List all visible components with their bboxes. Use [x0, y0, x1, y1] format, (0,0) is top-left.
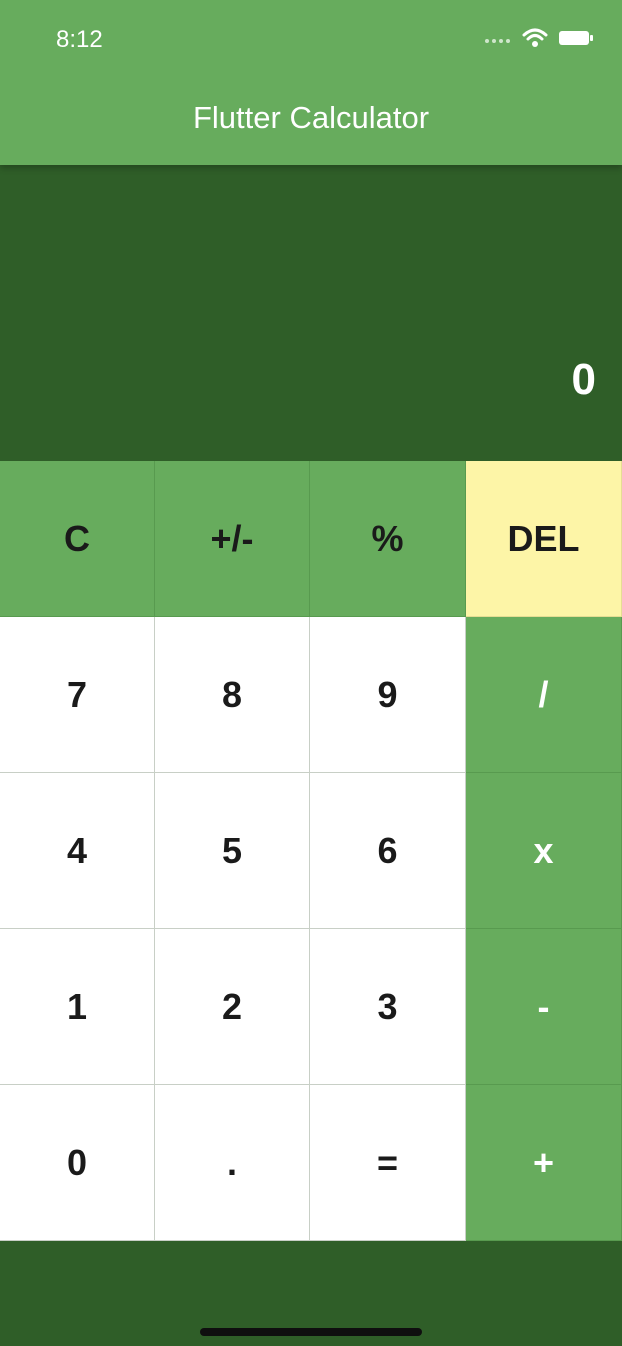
- digit-4-button[interactable]: 4: [0, 773, 155, 929]
- add-button[interactable]: +: [466, 1085, 622, 1241]
- delete-button[interactable]: DEL: [466, 461, 622, 617]
- digit-1-button[interactable]: 1: [0, 929, 155, 1085]
- battery-icon: [558, 29, 594, 52]
- calculator-app: 8:12 Flutter Calculator 0 C +/- % DEL 7 …: [0, 0, 622, 1346]
- digit-7-button[interactable]: 7: [0, 617, 155, 773]
- equals-button[interactable]: =: [310, 1085, 466, 1241]
- app-bar: 8:12 Flutter Calculator: [0, 0, 622, 165]
- digit-6-button[interactable]: 6: [310, 773, 466, 929]
- toggle-sign-button[interactable]: +/-: [155, 461, 310, 617]
- digit-5-button[interactable]: 5: [155, 773, 310, 929]
- subtract-button[interactable]: -: [466, 929, 622, 1085]
- digit-3-button[interactable]: 3: [310, 929, 466, 1085]
- status-icons: [484, 28, 594, 53]
- display-value: 0: [571, 355, 596, 404]
- wifi-icon: [522, 28, 548, 53]
- percent-button[interactable]: %: [310, 461, 466, 617]
- digit-2-button[interactable]: 2: [155, 929, 310, 1085]
- status-time: 8:12: [56, 26, 103, 53]
- home-indicator[interactable]: [200, 1328, 422, 1336]
- decimal-button[interactable]: .: [155, 1085, 310, 1241]
- multiply-button[interactable]: x: [466, 773, 622, 929]
- cellular-dots-icon: [484, 32, 512, 50]
- keypad: C +/-% DEL 7 8 9/ 4 5 6 x 1 2 3- 0. = +: [0, 461, 622, 1241]
- digit-0-button[interactable]: 0: [0, 1085, 155, 1241]
- display-panel: 0: [0, 165, 622, 461]
- digit-9-button[interactable]: 9: [310, 617, 466, 773]
- clear-button[interactable]: C: [0, 461, 155, 617]
- digit-8-button[interactable]: 8: [155, 617, 310, 773]
- app-title: Flutter Calculator: [192, 100, 430, 135]
- divide-button[interactable]: /: [466, 617, 622, 773]
